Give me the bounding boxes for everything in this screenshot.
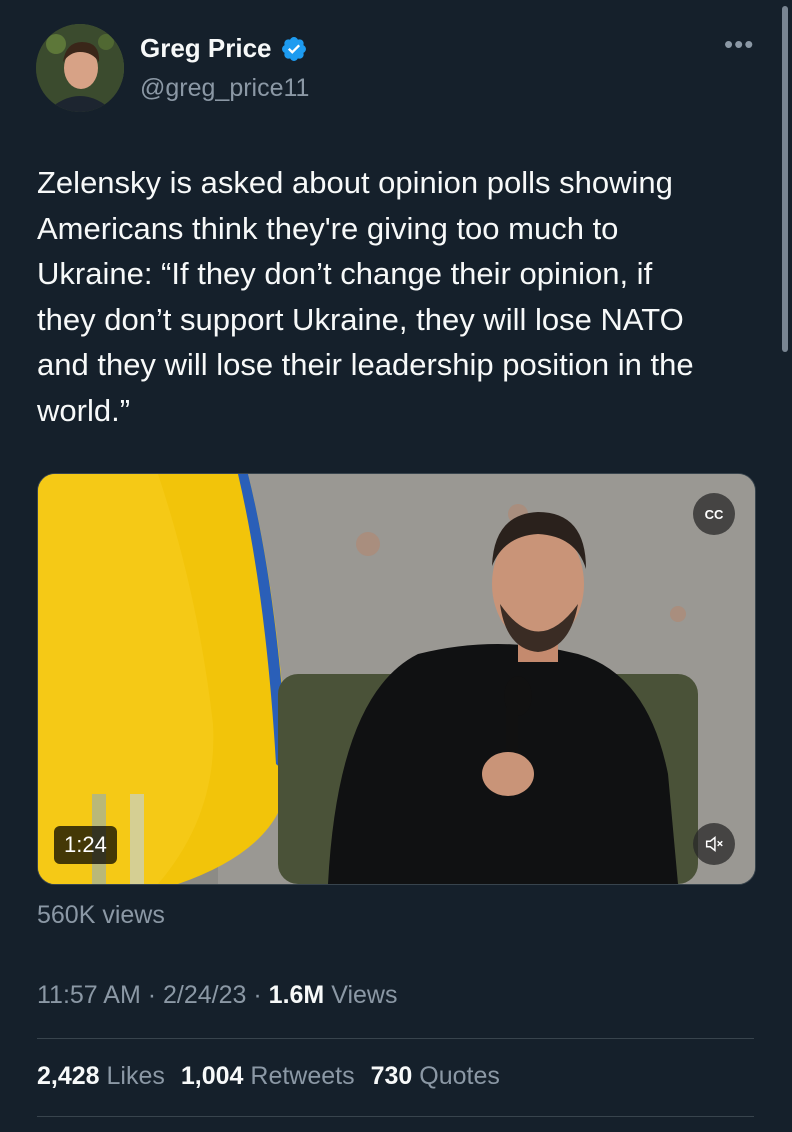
- tweet-date[interactable]: 2/24/23: [163, 981, 246, 1009]
- captions-label: CC: [704, 506, 724, 522]
- captions-icon[interactable]: CC: [693, 493, 735, 535]
- likes-stat[interactable]: 2,428 Likes: [37, 1062, 165, 1091]
- quotes-label: Quotes: [419, 1062, 500, 1090]
- video-views: 560K views: [37, 901, 165, 929]
- tweet-time[interactable]: 11:57 AM: [37, 981, 141, 1009]
- tweet-meta: 11:57 AM · 2/24/23 · 1.6M Views: [37, 981, 397, 1010]
- more-horizontal-icon[interactable]: •••: [724, 31, 754, 57]
- divider: [37, 1116, 754, 1117]
- speaker-muted-icon: [705, 836, 723, 852]
- author-name-row[interactable]: Greg Price: [140, 33, 308, 64]
- author-handle[interactable]: @greg_price11: [140, 74, 309, 103]
- tweet-text: Zelensky is asked about opinion polls sh…: [37, 165, 694, 428]
- views-label: Views: [331, 981, 398, 1009]
- retweets-label: Retweets: [250, 1062, 355, 1090]
- likes-count: 2,428: [37, 1062, 100, 1090]
- author-name[interactable]: Greg Price: [140, 33, 272, 64]
- views-count: 1.6M: [268, 981, 325, 1009]
- video-duration: 1:24: [54, 826, 117, 864]
- quotes-count: 730: [370, 1062, 413, 1090]
- engagement-stats: 2,428 Likes 1,004 Retweets 730 Quotes: [37, 1062, 500, 1091]
- verified-badge-icon: [281, 36, 306, 61]
- mute-icon[interactable]: [693, 823, 735, 865]
- retweets-stat[interactable]: 1,004 Retweets: [181, 1062, 355, 1091]
- video-player[interactable]: [37, 473, 756, 885]
- video-frame: [38, 474, 755, 884]
- retweets-count: 1,004: [180, 1062, 244, 1090]
- meta-separator: ·: [253, 981, 262, 1009]
- divider: [37, 1038, 754, 1039]
- meta-separator: ·: [147, 981, 157, 1009]
- quotes-stat[interactable]: 730 Quotes: [371, 1062, 500, 1091]
- avatar[interactable]: [36, 24, 124, 112]
- scrollbar[interactable]: [782, 6, 788, 352]
- likes-label: Likes: [106, 1062, 165, 1090]
